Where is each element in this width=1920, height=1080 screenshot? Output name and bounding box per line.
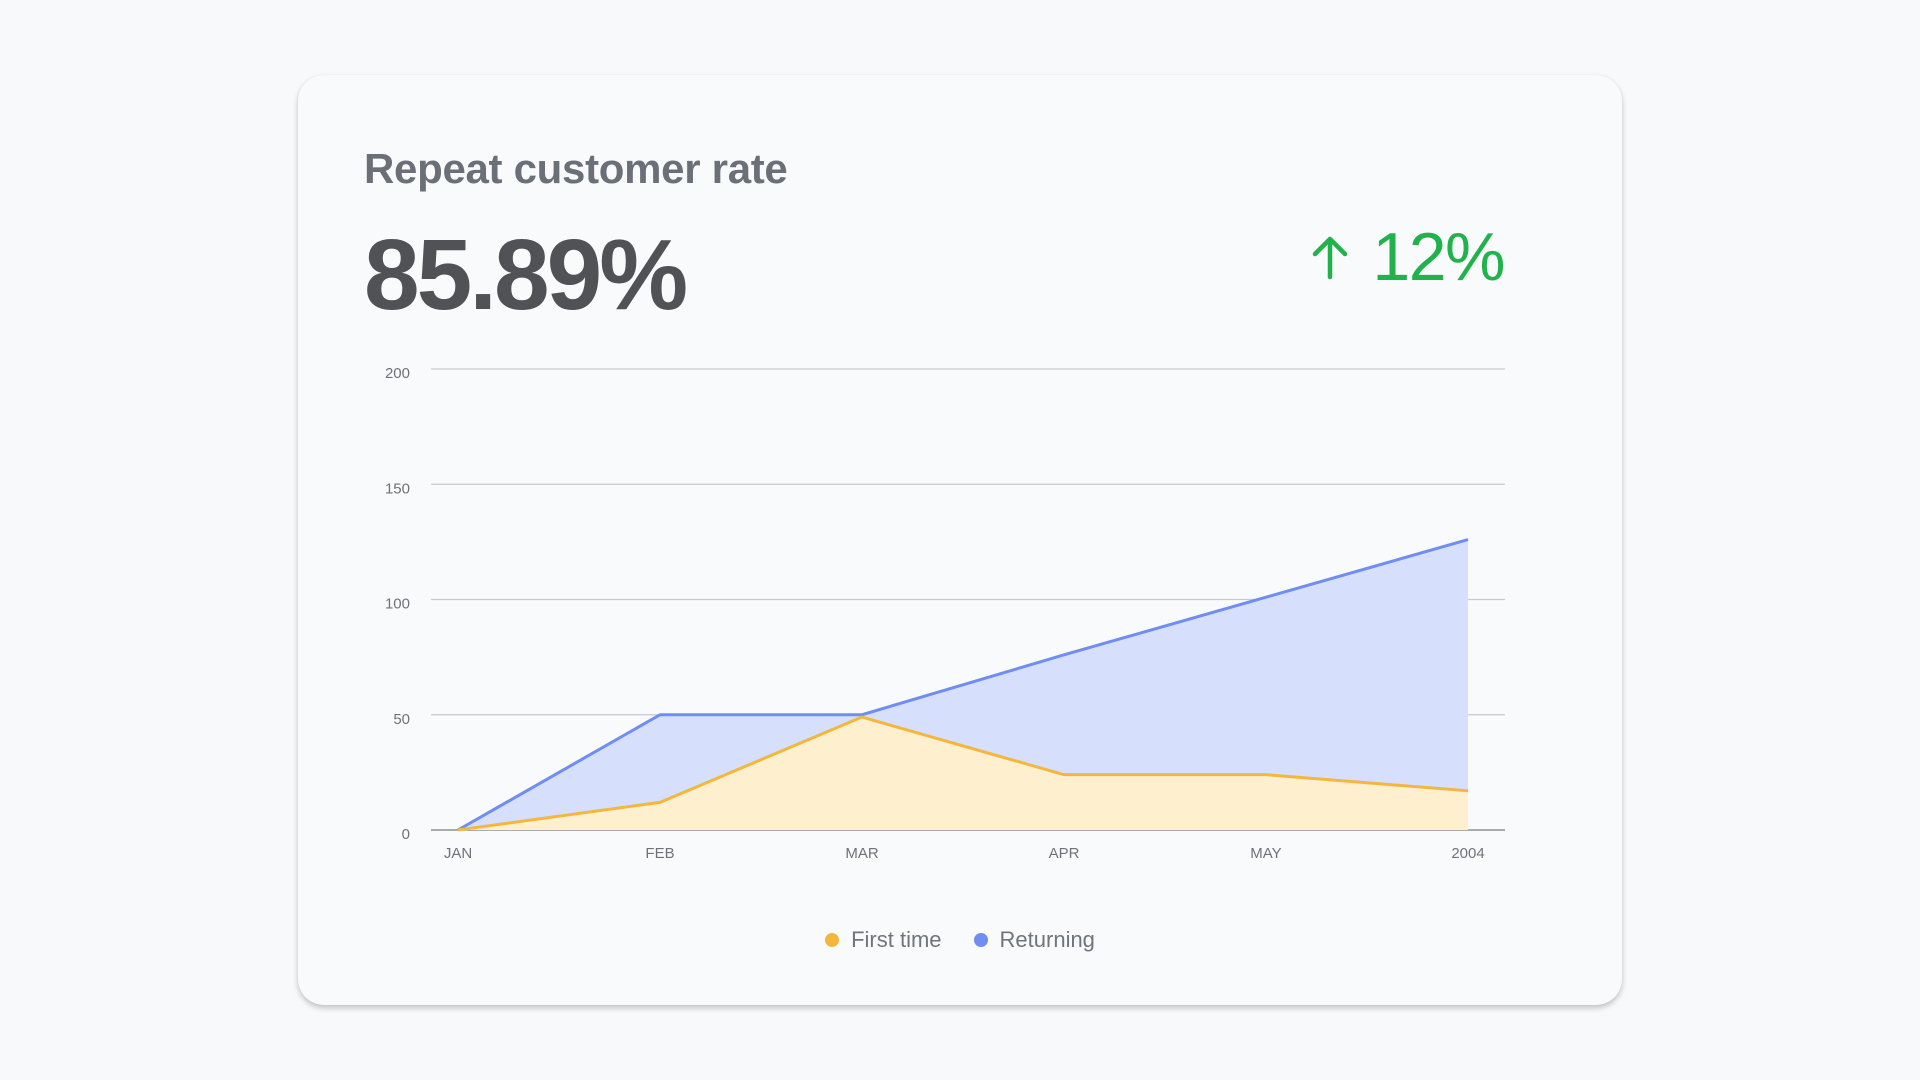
area-chart: 0 50 100 150 200 JAN FEB MAR APR MAY 2004 — [385, 365, 1505, 862]
legend-item-returning[interactable]: Returning — [973, 927, 1095, 953]
y-tick-label: 150 — [385, 480, 410, 497]
y-tick-label: 50 — [393, 711, 410, 728]
x-tick-label: 2004 — [1451, 845, 1484, 862]
x-tick-label: APR — [1049, 845, 1080, 862]
x-tick-label: MAY — [1250, 845, 1281, 862]
legend-dot-icon — [973, 933, 988, 947]
repeat-customer-card: Repeat customer rate 85.89% 12% 0 50 100 15… — [298, 75, 1622, 1005]
y-tick-label: 0 — [402, 826, 410, 843]
x-tick-label: MAR — [845, 845, 879, 862]
y-tick-label: 200 — [385, 365, 410, 382]
legend-label: First time — [851, 927, 942, 952]
chart-legend: First time Returning — [298, 927, 1622, 953]
x-tick-label: FEB — [645, 845, 674, 862]
y-tick-label: 100 — [385, 596, 410, 613]
legend-dot-icon — [825, 933, 840, 947]
x-tick-label: JAN — [444, 845, 472, 862]
legend-label: Returning — [999, 927, 1095, 952]
legend-item-first-time[interactable]: First time — [825, 927, 942, 953]
